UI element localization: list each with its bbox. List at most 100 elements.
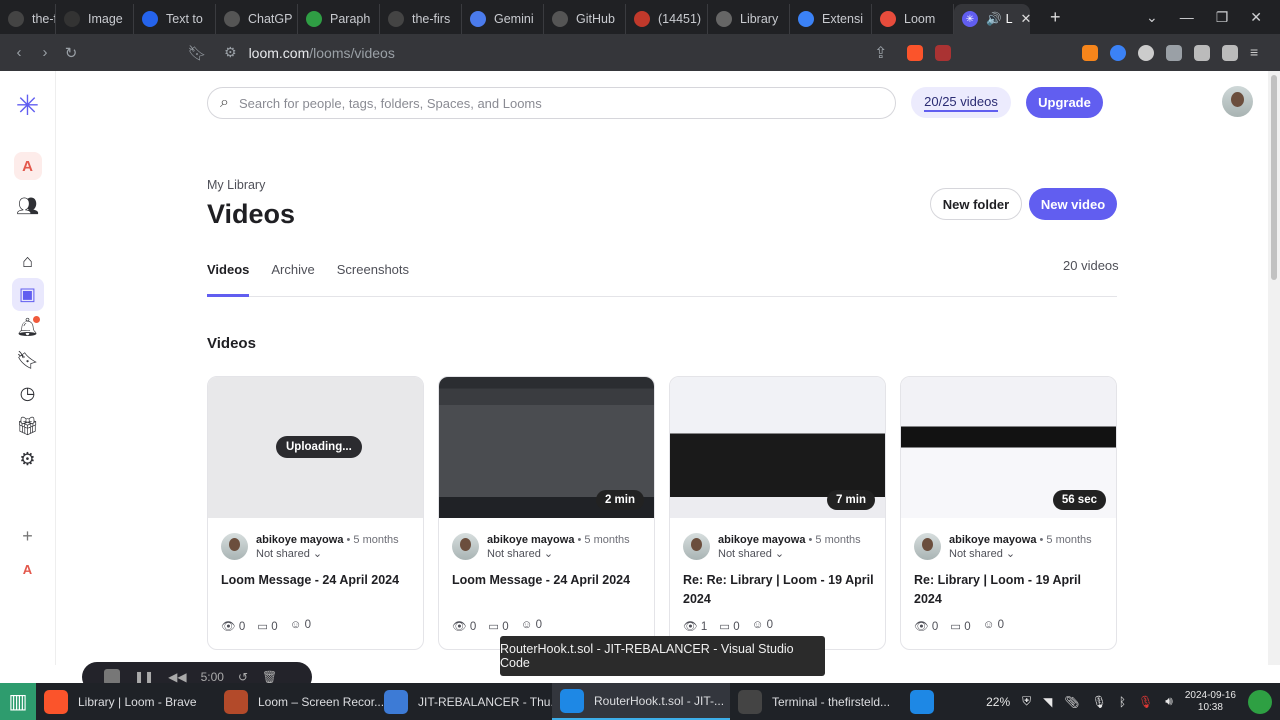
history-icon[interactable]: ◷ [12, 377, 44, 410]
back-icon[interactable]: ‹ [6, 44, 32, 61]
clock[interactable]: 2024-09-16 10:38 [1185, 690, 1236, 714]
breadcrumb[interactable]: My Library [207, 178, 265, 192]
members-icon[interactable]: 👥︎ [12, 190, 44, 223]
restart-icon[interactable]: ↺ [238, 670, 248, 684]
search-input[interactable]: ⌕ Search for people, tags, folders, Spac… [207, 87, 896, 119]
gift-icon[interactable]: 🎁︎ [12, 410, 44, 443]
browser-tab[interactable]: the-firs [0, 4, 56, 34]
bookmark-icon[interactable]: 🔖︎ [184, 44, 210, 62]
video-card[interactable]: 2 min abikoye mayowa • 5 months Not shared… [438, 376, 655, 650]
page-scrollbar[interactable] [1268, 71, 1280, 665]
browser-tab[interactable]: Loom [872, 4, 954, 34]
clock-date: 2024-09-16 [1184, 689, 1236, 701]
video-thumbnail[interactable]: Uploading... [208, 377, 423, 518]
new-tab-icon[interactable]: + [1050, 7, 1061, 28]
pause-icon[interactable]: ❚❚ [134, 670, 154, 684]
sidebar-toggle-icon[interactable] [1194, 44, 1210, 61]
file-manager-task[interactable] [902, 683, 942, 720]
maximize-icon[interactable]: ❐ [1216, 9, 1229, 26]
shield-icon[interactable]: ⛨ [1022, 694, 1031, 709]
video-card[interactable]: 7 min abikoye mayowa • 5 months Not shared… [669, 376, 886, 650]
taskbar-item[interactable]: Loom – Screen Recor... [216, 683, 384, 720]
update-icon[interactable] [1248, 689, 1272, 714]
extensions-icon[interactable] [1166, 44, 1182, 61]
video-title[interactable]: Re: Library | Loom - 19 April 2024 [914, 571, 1109, 609]
scrollbar-thumb[interactable] [1271, 75, 1277, 280]
wifi-icon[interactable]: ◥ [1043, 695, 1052, 709]
browser-tab[interactable]: (14451) [626, 4, 708, 34]
video-card[interactable]: 56 sec abikoye mayowa • 5 months Not share… [900, 376, 1117, 650]
workspace-avatar[interactable]: A [13, 152, 42, 180]
brave-rewards-icon[interactable] [935, 44, 952, 61]
taskbar-item[interactable]: RouterHook.t.sol - JIT-... [552, 683, 730, 720]
user-avatar[interactable] [1222, 86, 1253, 117]
tab-archive[interactable]: Archive [271, 262, 314, 297]
delete-icon[interactable]: 🗑︎ [262, 670, 277, 684]
settings-icon[interactable]: ⚙ [12, 443, 44, 476]
wallet-ext-icon[interactable] [1138, 44, 1154, 61]
new-video-button[interactable]: New video [1029, 188, 1117, 220]
browser-tab[interactable]: the-firs [380, 4, 462, 34]
video-quota-pill[interactable]: 20/25 videos [911, 87, 1011, 118]
home-icon[interactable]: ⌂ [12, 245, 44, 278]
browser-tab[interactable]: Library [708, 4, 790, 34]
address-bar: ‹ › ↻ 🔖︎ ⚙ loom.com/looms/videos ⇪ ≡ [0, 34, 1280, 71]
browser-tab[interactable]: Extensi [790, 4, 872, 34]
close-tab-icon[interactable]: ✕ [1021, 11, 1030, 27]
tab-search-icon[interactable]: ⌄ [1146, 9, 1158, 26]
video-title[interactable]: Loom Message - 24 April 2024 [221, 571, 416, 590]
notifications-icon[interactable]: 🔔︎ [12, 311, 44, 344]
browser-tab[interactable]: Image [56, 4, 134, 34]
tab-videos[interactable]: Videos [207, 262, 250, 297]
sharing-status[interactable]: Not shared ⌄ [949, 547, 1092, 560]
tab-label: Loom [904, 12, 936, 26]
browser-tab-active[interactable]: ✳ 🔊 L ✕ [954, 4, 1030, 34]
bluetooth-icon[interactable]: ᛒ [1119, 695, 1126, 709]
video-card[interactable]: Uploading... abikoye mayowa • 5 months Not… [207, 376, 424, 650]
app-launcher-icon[interactable]: ▥ [0, 683, 36, 720]
wallet-icon[interactable] [1222, 44, 1238, 61]
close-window-icon[interactable]: ✕ [1250, 9, 1262, 26]
taskbar-item[interactable]: Terminal - thefirsteld... [730, 683, 902, 720]
browser-tab[interactable]: Text to [134, 4, 216, 34]
microphone-icon[interactable]: 🎙︎ [1138, 695, 1153, 709]
menu-icon[interactable]: ≡ [1250, 45, 1266, 61]
vpn-icon[interactable] [1110, 44, 1126, 61]
battery-level[interactable]: 22% [986, 695, 1010, 709]
new-folder-button[interactable]: New folder [930, 188, 1022, 220]
video-thumbnail[interactable]: 56 sec [901, 377, 1116, 518]
forward-icon[interactable]: › [32, 44, 58, 61]
browser-tab[interactable]: Paraph [298, 4, 380, 34]
loom-logo-icon[interactable]: ✳ [16, 89, 39, 122]
video-title[interactable]: Loom Message - 24 April 2024 [452, 571, 647, 590]
rewind-icon[interactable]: ◀◀ [168, 670, 186, 684]
sharing-status[interactable]: Not shared ⌄ [256, 547, 399, 560]
browser-tab[interactable]: ChatGP [216, 4, 298, 34]
clipboard-icon[interactable]: 📎︎ [1064, 695, 1079, 709]
upgrade-button[interactable]: Upgrade [1026, 87, 1103, 118]
tab-screenshots[interactable]: Screenshots [337, 262, 409, 297]
video-thumbnail[interactable]: 2 min [439, 377, 654, 518]
taskbar-item[interactable]: Library | Loom - Brave [36, 683, 216, 720]
brave-shields-icon[interactable] [907, 44, 924, 61]
browser-tab[interactable]: GitHub [544, 4, 626, 34]
video-title[interactable]: Re: Re: Library | Loom - 19 April 2024 [683, 571, 878, 609]
reload-icon[interactable]: ↻ [58, 44, 84, 62]
share-icon[interactable]: ⇪ [874, 43, 887, 63]
browser-tab[interactable]: Gemini [462, 4, 544, 34]
sharing-status[interactable]: Not shared ⌄ [718, 547, 861, 560]
site-settings-icon[interactable]: ⚙ [224, 44, 237, 61]
workspace-avatar-bottom[interactable]: A [12, 553, 44, 586]
owner-name: abikoye mayowa [256, 534, 344, 546]
sharing-status[interactable]: Not shared ⌄ [487, 547, 630, 560]
video-thumbnail[interactable]: 7 min [670, 377, 885, 518]
library-icon[interactable]: ▣ [11, 278, 44, 311]
watch-later-icon[interactable]: 🔖︎ [12, 344, 44, 377]
add-workspace-icon[interactable]: + [12, 520, 44, 553]
taskbar-item[interactable]: JIT-REBALANCER - Thu... [376, 683, 560, 720]
volume-icon[interactable]: 🔊︎ [1165, 694, 1173, 709]
metamask-icon[interactable] [1082, 44, 1098, 61]
mic-off-icon[interactable]: 🎙︎ [1092, 695, 1107, 709]
minimize-icon[interactable]: — [1180, 9, 1194, 26]
url-field[interactable]: ⚙ loom.com/looms/videos [224, 39, 914, 67]
